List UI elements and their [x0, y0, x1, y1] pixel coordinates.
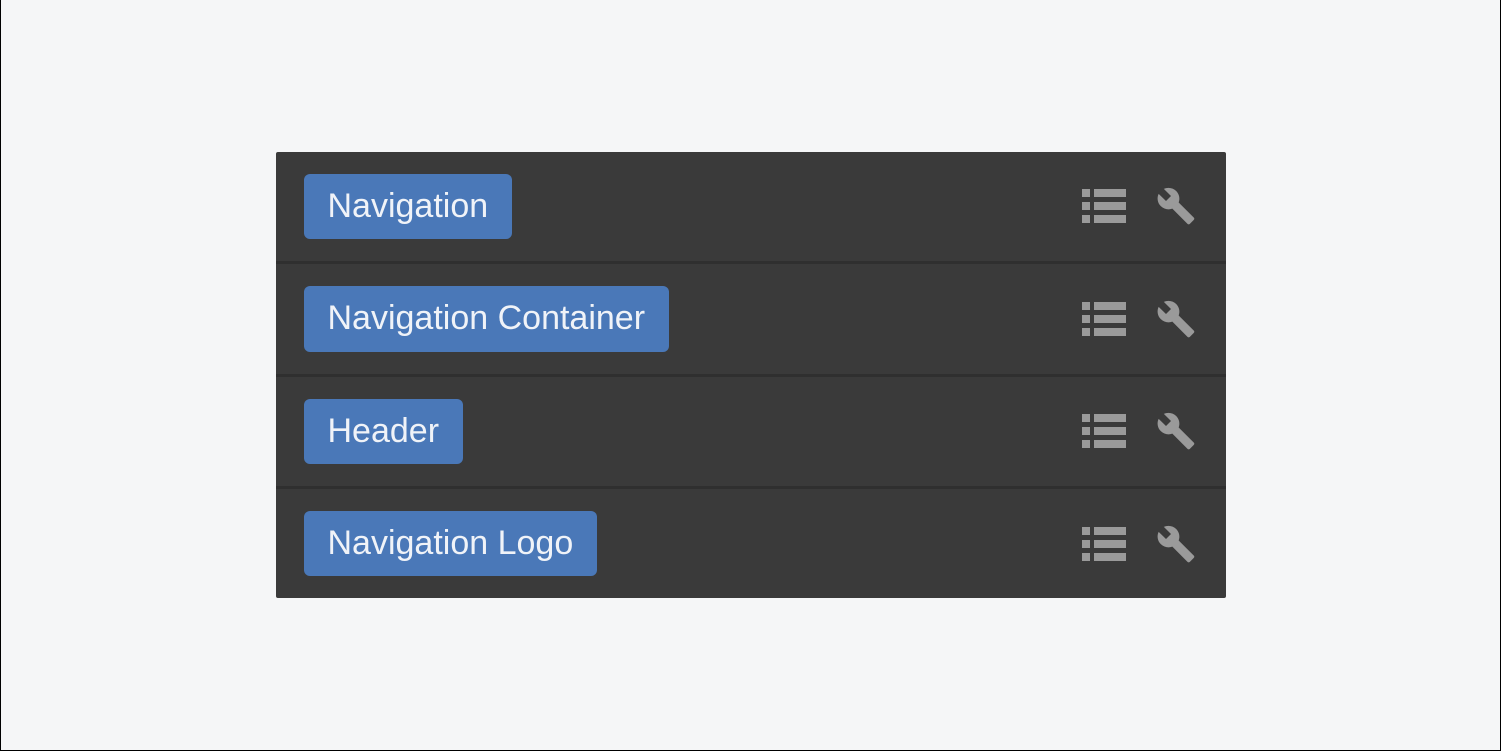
wrench-icon[interactable] [1154, 409, 1198, 453]
row-actions [1082, 297, 1198, 341]
element-row-navigation-container[interactable]: Navigation Container [276, 264, 1226, 376]
list-icon[interactable] [1082, 409, 1126, 453]
row-actions [1082, 522, 1198, 566]
element-row-header[interactable]: Header [276, 377, 1226, 489]
element-tag[interactable]: Navigation Logo [304, 511, 598, 576]
list-icon[interactable] [1082, 522, 1126, 566]
wrench-icon[interactable] [1154, 297, 1198, 341]
element-tag[interactable]: Navigation [304, 174, 513, 239]
row-actions [1082, 409, 1198, 453]
element-tag[interactable]: Navigation Container [304, 286, 670, 351]
wrench-icon[interactable] [1154, 522, 1198, 566]
element-list-panel: Navigation Navigation Container [276, 152, 1226, 599]
row-actions [1082, 184, 1198, 228]
element-row-navigation-logo[interactable]: Navigation Logo [276, 489, 1226, 598]
wrench-icon[interactable] [1154, 184, 1198, 228]
element-tag[interactable]: Header [304, 399, 464, 464]
list-icon[interactable] [1082, 297, 1126, 341]
list-icon[interactable] [1082, 184, 1126, 228]
element-row-navigation[interactable]: Navigation [276, 152, 1226, 264]
